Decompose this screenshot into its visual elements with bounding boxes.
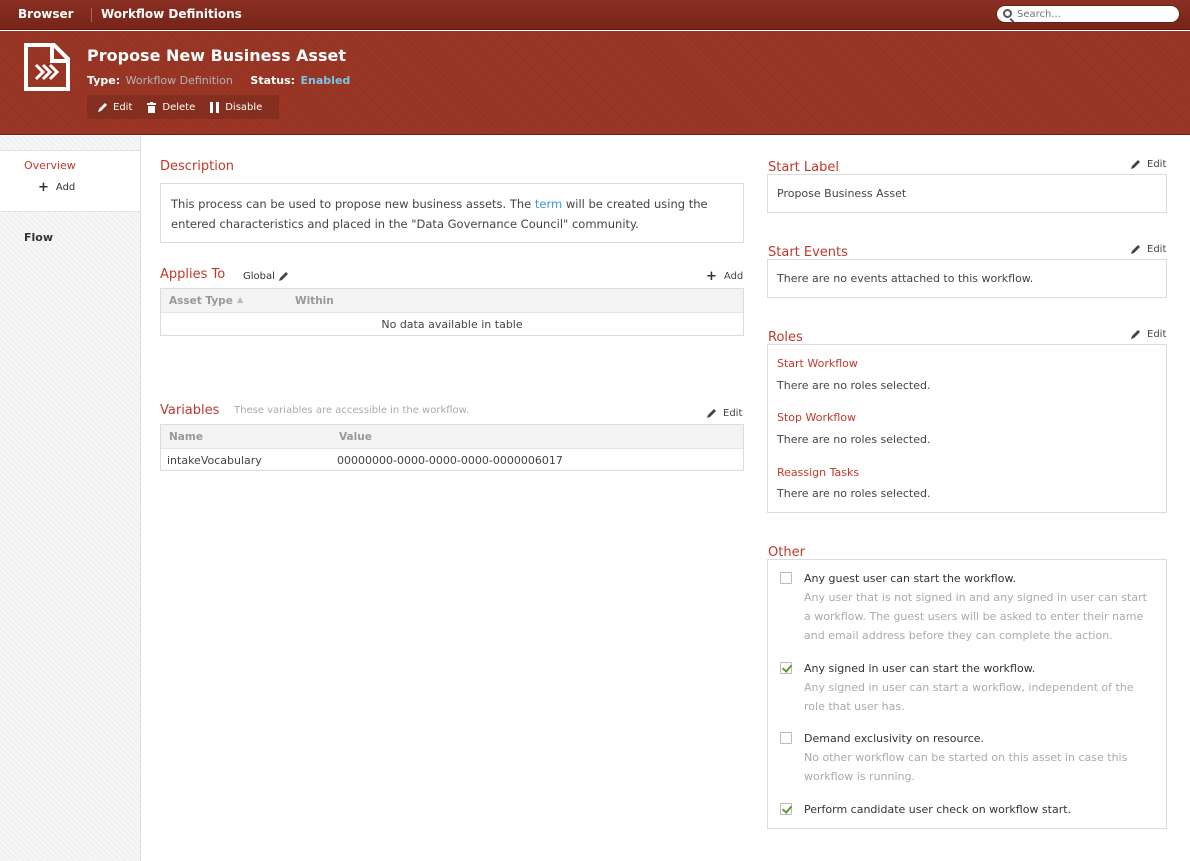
plus-icon: +	[38, 179, 49, 195]
guest-user-checkbox[interactable]	[780, 572, 792, 584]
delete-button[interactable]: Delete	[146, 101, 196, 113]
search-box[interactable]	[996, 5, 1180, 23]
applies-to-scope[interactable]: Global	[243, 271, 295, 282]
table-header: Name Value	[161, 425, 743, 449]
description-text: This process can be used to propose new …	[171, 194, 731, 234]
column-header-asset-type[interactable]: Asset Type	[169, 295, 233, 307]
other-title: Other	[768, 545, 805, 560]
pencil-icon	[707, 409, 716, 418]
signed-in-user-help: Any signed in user can start a workflow,…	[804, 681, 1134, 713]
applies-to-table: Asset Type ▲ Within No data available in…	[160, 288, 744, 336]
scope-label: Global	[243, 271, 275, 282]
status-label: Status:	[250, 74, 296, 87]
search-input[interactable]	[1017, 7, 1172, 21]
variable-name-cell: intakeVocabulary	[167, 454, 262, 467]
nav-separator	[91, 8, 92, 22]
role-reassign-tasks-value: There are no roles selected.	[777, 487, 931, 500]
variables-edit-label: Edit	[723, 408, 743, 419]
type-value: Workflow Definition	[125, 74, 233, 87]
roles-box: Start Workflow There are no roles select…	[767, 344, 1167, 513]
breadcrumb-workflow-definitions[interactable]: Workflow Definitions	[101, 7, 242, 21]
roles-edit-label: Edit	[1147, 329, 1167, 340]
header-actions: Edit Delete Disable	[87, 95, 279, 119]
signed-in-user-checkbox[interactable]	[780, 662, 792, 674]
page-header: Propose New Business Asset Type: Workflo…	[0, 31, 1190, 135]
signed-in-user-label: Any signed in user can start the workflo…	[804, 662, 1036, 675]
demand-exclusivity-checkbox[interactable]	[780, 732, 792, 744]
delete-button-label: Delete	[162, 101, 196, 113]
demand-exclusivity-help: No other workflow can be started on this…	[804, 751, 1128, 783]
roles-edit-button[interactable]: Edit	[1130, 329, 1166, 340]
candidate-user-check-label: Perform candidate user check on workflow…	[804, 803, 1072, 816]
status-badge: Enabled	[300, 74, 351, 87]
sidebar-add-button[interactable]: + Add	[38, 179, 76, 195]
start-events-edit-label: Edit	[1147, 244, 1167, 255]
column-header-name[interactable]: Name	[169, 431, 203, 443]
trash-icon	[147, 101, 157, 113]
term-link[interactable]: term	[535, 197, 562, 211]
candidate-user-check-checkbox[interactable]	[780, 803, 792, 815]
guest-user-help: Any user that is not signed in and any s…	[804, 591, 1147, 642]
roles-title: Roles	[768, 330, 803, 345]
role-stop-workflow-value: There are no roles selected.	[777, 433, 931, 446]
type-label: Type:	[87, 74, 121, 87]
variables-title: Variables	[160, 403, 220, 418]
applies-to-add-button[interactable]: + Add	[706, 268, 744, 284]
start-label-value: Propose Business Asset	[777, 187, 907, 200]
empty-table-message: No data available in table	[381, 318, 523, 331]
role-start-workflow-title: Start Workflow	[777, 357, 858, 370]
pause-icon	[210, 101, 220, 113]
applies-to-title: Applies To	[160, 267, 226, 282]
start-events-value: There are no events attached to this wor…	[777, 272, 1034, 285]
page-title: Propose New Business Asset	[87, 46, 346, 65]
description-box: This process can be used to propose new …	[160, 183, 744, 243]
description-title: Description	[160, 159, 235, 174]
role-reassign-tasks-title: Reassign Tasks	[777, 466, 860, 479]
sidebar-item-flow[interactable]: Flow	[24, 231, 53, 244]
column-header-within[interactable]: Within	[295, 295, 334, 307]
edit-button-label: Edit	[113, 101, 133, 113]
browser-link[interactable]: Browser	[18, 7, 74, 21]
guest-user-label: Any guest user can start the workflow.	[804, 572, 1016, 585]
start-label-title: Start Label	[768, 160, 839, 175]
role-start-workflow-value: There are no roles selected.	[777, 379, 931, 392]
sidebar-add-label: Add	[55, 182, 76, 193]
start-events-box: There are no events attached to this wor…	[767, 259, 1167, 298]
variables-edit-button[interactable]: Edit	[706, 408, 742, 419]
sort-asc-icon: ▲	[237, 295, 244, 304]
start-label-edit-button[interactable]: Edit	[1130, 159, 1166, 170]
plus-icon: +	[706, 268, 717, 284]
start-label-edit-label: Edit	[1147, 159, 1167, 170]
variable-value-cell: 00000000-0000-0000-0000-0000006017	[337, 454, 563, 467]
pencil-icon	[278, 272, 288, 281]
start-events-title: Start Events	[768, 245, 848, 260]
start-events-edit-button[interactable]: Edit	[1130, 244, 1166, 255]
pencil-icon	[1131, 330, 1140, 339]
column-header-value[interactable]: Value	[339, 431, 372, 443]
edit-button[interactable]: Edit	[97, 102, 132, 113]
top-nav-bar: Browser Workflow Definitions	[0, 0, 1190, 30]
variables-table: Name Value intakeVocabulary 00000000-000…	[160, 424, 744, 471]
applies-to-add-label: Add	[723, 271, 744, 282]
pencil-icon	[98, 102, 107, 112]
table-header: Asset Type ▲ Within	[161, 289, 743, 313]
other-box: Any guest user can start the workflow. A…	[767, 559, 1167, 829]
sidebar-overview-group: Overview + Add	[0, 150, 140, 212]
description-text-start: This process can be used to propose new …	[171, 197, 535, 211]
disable-button[interactable]: Disable	[209, 101, 263, 113]
sidebar: Overview + Add Flow	[0, 136, 141, 861]
workflow-document-icon	[24, 43, 70, 91]
search-icon	[1003, 9, 1012, 18]
role-stop-workflow-title: Stop Workflow	[777, 411, 857, 424]
pencil-icon	[1131, 245, 1140, 254]
variables-note: These variables are accessible in the wo…	[234, 405, 470, 416]
disable-button-label: Disable	[225, 101, 263, 113]
pencil-icon	[1131, 160, 1140, 169]
sidebar-item-overview[interactable]: Overview	[24, 159, 76, 172]
start-label-box: Propose Business Asset	[767, 174, 1167, 213]
demand-exclusivity-label: Demand exclusivity on resource.	[804, 732, 985, 745]
header-meta: Type: Workflow Definition Status: Enable…	[87, 74, 350, 87]
